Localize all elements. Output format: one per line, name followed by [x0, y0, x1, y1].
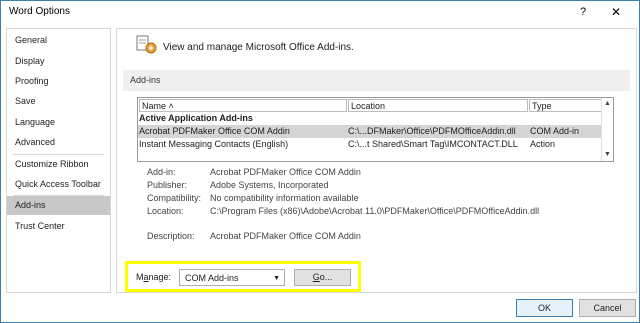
panel-header-text: View and manage Microsoft Office Add-ins…	[163, 42, 354, 53]
add-ins-list[interactable]: Name ˄ Location Type Active Application …	[137, 97, 614, 162]
chevron-down-icon: ▼	[273, 275, 280, 282]
table-row[interactable]: Instant Messaging Contacts (English) C:\…	[138, 138, 613, 151]
row-name: Instant Messaging Contacts (English)	[139, 139, 289, 149]
section-title: Add-ins	[130, 75, 161, 85]
detail-addin-label: Add-in:	[147, 167, 176, 177]
detail-description-value: Acrobat PDFMaker Office COM Addin	[210, 231, 361, 241]
window-title: Word Options	[9, 6, 70, 17]
sidebar-item-add-ins[interactable]: Add-ins	[7, 196, 110, 215]
detail-publisher-value: Adobe Systems, Incorporated	[210, 180, 329, 190]
row-name: Acrobat PDFMaker Office COM Addin	[139, 126, 290, 136]
detail-addin-value: Acrobat PDFMaker Office COM Addin	[210, 167, 361, 177]
column-header-location[interactable]: Location	[348, 99, 528, 112]
ok-button[interactable]: OK	[516, 299, 573, 317]
sidebar-item-customize-ribbon[interactable]: Customize Ribbon	[7, 155, 110, 174]
go-button[interactable]: Go...	[294, 269, 351, 286]
manage-highlight: Manage: COM Add-ins ▼ Go...	[125, 261, 361, 292]
add-ins-section-band: Add-ins	[123, 70, 630, 91]
add-ins-panel: View and manage Microsoft Office Add-ins…	[116, 28, 637, 293]
sidebar-item-trust-center[interactable]: Trust Center	[7, 217, 110, 236]
row-type: Action	[530, 139, 556, 149]
cancel-button[interactable]: Cancel	[579, 299, 636, 317]
list-scrollbar[interactable]: ▲ ▼	[601, 98, 613, 161]
detail-location-label: Location:	[147, 206, 184, 216]
table-row[interactable]: Acrobat PDFMaker Office COM Addin C:\...…	[138, 125, 613, 138]
word-options-dialog: Word Options ? ✕ General Display Proofin…	[0, 0, 640, 323]
manage-label: Manage:	[136, 272, 172, 282]
manage-select[interactable]: COM Add-ins ▼	[179, 269, 285, 286]
scroll-down-arrow-icon[interactable]: ▼	[603, 150, 612, 159]
scroll-up-arrow-icon[interactable]: ▲	[603, 99, 612, 108]
detail-publisher-label: Publisher:	[147, 180, 188, 190]
row-type: COM Add-in	[530, 126, 580, 136]
sidebar-item-proofing[interactable]: Proofing	[7, 72, 110, 91]
sidebar-item-general[interactable]: General	[7, 31, 110, 50]
sidebar-item-language[interactable]: Language	[7, 113, 110, 132]
close-icon[interactable]: ✕	[604, 3, 628, 21]
detail-description-label: Description:	[147, 231, 195, 241]
column-header-name[interactable]: Name ˄	[139, 99, 347, 112]
sidebar-item-save[interactable]: Save	[7, 92, 110, 111]
row-location: C:\...DFMaker\Office\PDFMOfficeAddin.dll	[348, 126, 516, 136]
options-sidebar: General Display Proofing Save Language A…	[6, 28, 111, 293]
detail-location-value: C:\Program Files (x86)\Adobe\Acrobat 11.…	[210, 206, 540, 216]
add-ins-gear-icon	[136, 35, 157, 54]
sidebar-item-display[interactable]: Display	[7, 52, 110, 71]
detail-compatibility-value: No compatibility information available	[210, 193, 359, 203]
group-header-active: Active Application Add-ins	[139, 113, 253, 123]
sidebar-item-quick-access-toolbar[interactable]: Quick Access Toolbar	[7, 175, 110, 194]
manage-select-value: COM Add-ins	[185, 273, 239, 283]
sidebar-item-advanced[interactable]: Advanced	[7, 133, 110, 152]
title-bar: Word Options ? ✕	[1, 1, 639, 23]
column-header-type[interactable]: Type	[529, 99, 610, 112]
detail-compatibility-label: Compatibility:	[147, 193, 202, 203]
help-icon[interactable]: ?	[571, 3, 595, 21]
row-location: C:\...t Shared\Smart Tag\IMCONTACT.DLL	[348, 139, 518, 149]
